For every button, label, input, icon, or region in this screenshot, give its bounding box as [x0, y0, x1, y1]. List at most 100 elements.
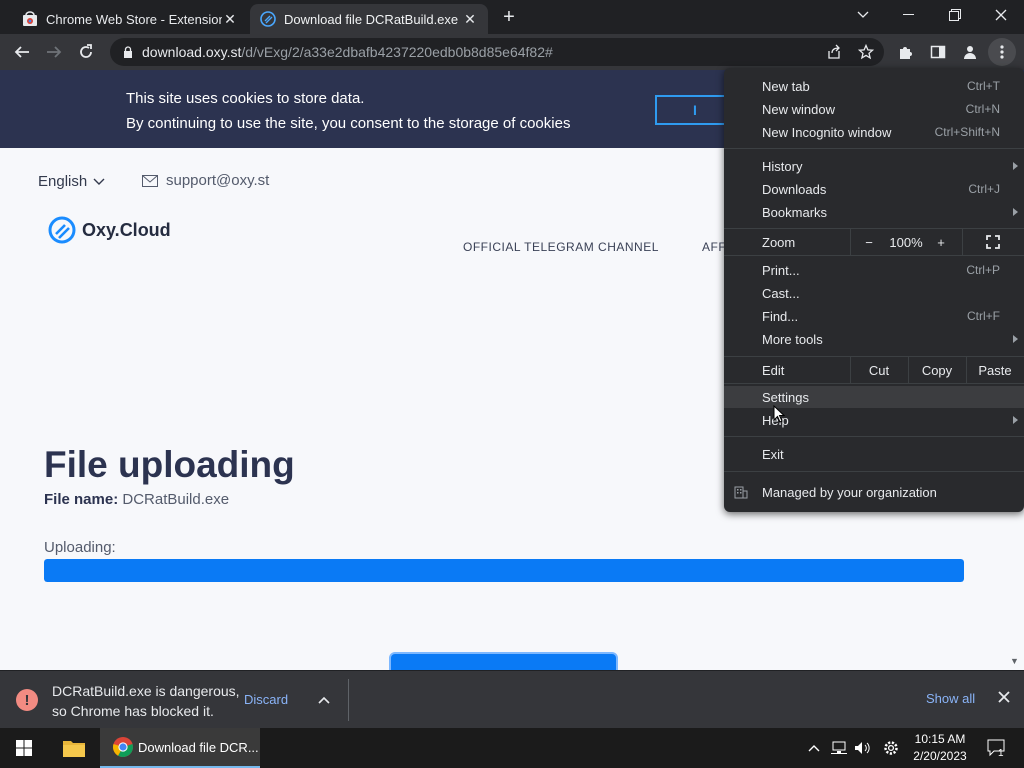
- start-button[interactable]: [0, 728, 48, 768]
- screen: Chrome Web Store - Extensions ✕ Download…: [0, 0, 1024, 768]
- chrome-icon: [113, 737, 133, 758]
- menu-cell-divider: [962, 229, 963, 255]
- menu-label: Cast...: [762, 285, 800, 301]
- new-tab-button[interactable]: +: [498, 6, 520, 28]
- restore-button[interactable]: [932, 0, 978, 30]
- cookie-accept-button[interactable]: I: [655, 95, 735, 125]
- clock-time: 10:15 AM: [914, 732, 966, 746]
- cookie-text: This site uses cookies to store data. By…: [126, 86, 570, 136]
- lock-icon[interactable]: [118, 46, 138, 58]
- warning-icon: !: [16, 689, 38, 711]
- oxy-cloud-logo-icon: [48, 216, 76, 244]
- zoom-label: Zoom: [762, 234, 796, 250]
- tab-strip: Chrome Web Store - Extensions ✕ Download…: [0, 0, 1024, 34]
- arrow-left-icon: [14, 46, 29, 58]
- side-panel-button[interactable]: [924, 38, 952, 66]
- system-clock[interactable]: 10:15 AM 2/20/2023: [908, 731, 972, 765]
- cut-button[interactable]: Cut: [851, 357, 907, 383]
- menu-shortcut: Ctrl+F: [967, 309, 1000, 323]
- gear-icon: [884, 741, 898, 755]
- download-options-button[interactable]: [318, 691, 330, 709]
- menu-cast[interactable]: Cast...: [724, 282, 1024, 304]
- notifications-button[interactable]: 1: [980, 728, 1014, 768]
- bookmark-star-button[interactable]: [852, 38, 880, 66]
- menu-shortcut: Ctrl+N: [965, 102, 1000, 116]
- back-button[interactable]: [8, 38, 36, 66]
- forward-button[interactable]: [40, 38, 68, 66]
- folder-icon: [63, 741, 85, 757]
- tab-chrome-web-store[interactable]: Chrome Web Store - Extensions ✕: [12, 4, 248, 34]
- menu-divider: [724, 471, 1024, 472]
- menu-divider: [724, 255, 1024, 256]
- tab-search-button[interactable]: [840, 0, 886, 30]
- menu-new-tab[interactable]: New tab Ctrl+T: [724, 75, 1024, 97]
- menu-bookmarks[interactable]: Bookmarks: [724, 201, 1024, 223]
- logo-text: Oxy.Cloud: [82, 219, 171, 240]
- notification-count: 1: [998, 748, 1004, 759]
- copy-button[interactable]: Copy: [909, 357, 965, 383]
- windows-taskbar: Download file DCR... 10:15 AM 2/20/2023 …: [0, 728, 1024, 768]
- taskbar-chrome-window[interactable]: Download file DCR...: [100, 728, 260, 768]
- menu-managed-by-org[interactable]: Managed by your organization: [724, 481, 1024, 503]
- file-explorer-button[interactable]: [50, 728, 98, 768]
- menu-label: Bookmarks: [762, 204, 828, 220]
- settings-tray-button[interactable]: [878, 728, 904, 768]
- menu-shortcut: Ctrl+P: [966, 263, 1000, 277]
- minimize-button[interactable]: [886, 0, 932, 30]
- tab-title: Chrome Web Store - Extensions: [46, 11, 222, 27]
- menu-help[interactable]: Help: [724, 409, 1024, 431]
- oxy-cloud-logo[interactable]: Oxy.Cloud: [48, 216, 171, 244]
- close-download-shelf-button[interactable]: [998, 690, 1010, 708]
- zoom-in-button[interactable]: +: [932, 229, 950, 255]
- menu-label: Print...: [762, 262, 800, 278]
- extensions-button[interactable]: [892, 38, 920, 66]
- network-button[interactable]: [828, 728, 850, 768]
- scroll-down-arrow-icon[interactable]: ▼: [1010, 656, 1019, 666]
- puzzle-icon: [900, 47, 912, 59]
- menu-settings[interactable]: Settings: [724, 386, 1024, 408]
- download-file-button[interactable]: [389, 652, 618, 670]
- support-link[interactable]: support@oxy.st: [142, 172, 269, 189]
- menu-more-tools[interactable]: More tools: [724, 328, 1024, 350]
- language-selector[interactable]: English: [38, 173, 105, 190]
- volume-button[interactable]: [852, 728, 874, 768]
- zoom-out-button[interactable]: −: [860, 229, 878, 255]
- nav-telegram-link[interactable]: OFFICIAL TELEGRAM CHANNEL: [463, 240, 659, 254]
- tab-close-icon[interactable]: ✕: [222, 11, 238, 28]
- menu-history[interactable]: History: [724, 155, 1024, 177]
- tab-close-icon[interactable]: ✕: [462, 11, 478, 28]
- tab-download-file[interactable]: Download file DCRatBuild.exe on ✕: [250, 4, 488, 34]
- menu-downloads[interactable]: Downloads Ctrl+J: [724, 178, 1024, 200]
- menu-print[interactable]: Print... Ctrl+P: [724, 259, 1024, 281]
- side-panel-icon: [930, 45, 946, 59]
- address-bar[interactable]: download.oxy.st/d/vExg/2/a33e2dbafb42372…: [110, 38, 884, 66]
- share-button[interactable]: [820, 38, 848, 66]
- support-email: support@oxy.st: [166, 172, 270, 189]
- reload-button[interactable]: [72, 38, 100, 66]
- profile-button[interactable]: [956, 38, 984, 66]
- close-window-button[interactable]: [978, 0, 1024, 30]
- discard-button[interactable]: Discard: [244, 692, 288, 707]
- menu-find[interactable]: Find... Ctrl+F: [724, 305, 1024, 327]
- show-hidden-icons-button[interactable]: [804, 728, 824, 768]
- mouse-cursor-icon: [773, 405, 785, 423]
- kebab-menu-icon: [1000, 45, 1004, 59]
- menu-exit[interactable]: Exit: [724, 443, 1024, 465]
- menu-divider: [724, 148, 1024, 149]
- fullscreen-button[interactable]: [982, 229, 1004, 255]
- submenu-arrow-icon: [1013, 335, 1018, 343]
- menu-cell-divider: [850, 229, 851, 255]
- page-title: File uploading: [44, 444, 295, 485]
- menu-new-incognito-window[interactable]: New Incognito window Ctrl+Shift+N: [724, 121, 1024, 143]
- clock-date: 2/20/2023: [913, 749, 967, 763]
- chrome-menu-button[interactable]: [988, 38, 1016, 66]
- download-warning-line-1: DCRatBuild.exe is dangerous,: [52, 683, 240, 699]
- nav-affiliate-link[interactable]: AFF: [702, 240, 726, 254]
- menu-shortcut: Ctrl+J: [968, 182, 1000, 196]
- file-name-label: File name:: [44, 491, 119, 508]
- minimize-icon: [903, 14, 914, 15]
- show-all-downloads-button[interactable]: Show all: [926, 691, 975, 706]
- paste-button[interactable]: Paste: [967, 357, 1023, 383]
- menu-new-window[interactable]: New window Ctrl+N: [724, 98, 1024, 120]
- close-icon: [998, 691, 1010, 703]
